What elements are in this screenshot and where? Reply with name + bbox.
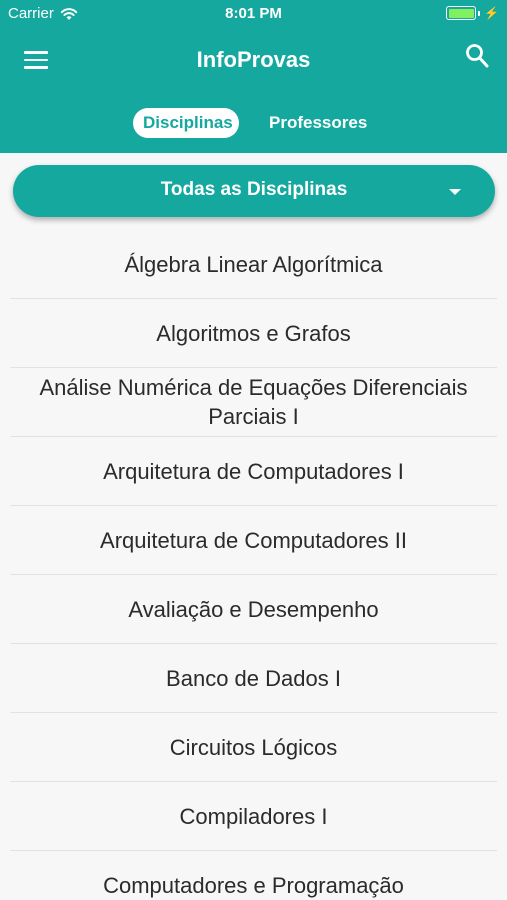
app-title: InfoProvas bbox=[196, 47, 311, 72]
list-item[interactable]: Algoritmos e Grafos bbox=[10, 299, 497, 368]
list-item[interactable]: Banco de Dados I bbox=[10, 644, 497, 713]
status-time: 8:01 PM bbox=[225, 5, 282, 22]
app-header: Carrier 8:01 PM ⚡ InfoProvas Disciplinas… bbox=[0, 0, 507, 153]
battery-cap bbox=[478, 10, 481, 16]
battery-indicator: ⚡ bbox=[446, 6, 499, 20]
subject-list: Álgebra Linear Algorítmica Algoritmos e … bbox=[10, 230, 497, 900]
search-icon[interactable] bbox=[465, 43, 489, 69]
list-item[interactable]: Computadores e Programação bbox=[10, 851, 497, 900]
list-item[interactable]: Arquitetura de Computadores I bbox=[10, 437, 497, 506]
tab-professores[interactable]: Professores bbox=[259, 108, 377, 138]
battery-icon bbox=[446, 6, 477, 20]
discipline-filter-dropdown[interactable]: Todas as Disciplinas bbox=[13, 165, 495, 217]
battery-level-fill bbox=[448, 8, 474, 18]
list-item[interactable]: Compiladores I bbox=[10, 782, 497, 851]
charging-bolt-icon: ⚡ bbox=[484, 6, 499, 20]
status-bar: Carrier 8:01 PM ⚡ bbox=[0, 0, 507, 28]
list-item[interactable]: Arquitetura de Computadores II bbox=[10, 506, 497, 575]
list-item[interactable]: Circuitos Lógicos bbox=[10, 713, 497, 782]
chevron-down-icon bbox=[449, 189, 461, 195]
dropdown-selected-label: Todas as Disciplinas bbox=[160, 179, 348, 200]
tab-disciplinas[interactable]: Disciplinas bbox=[133, 108, 239, 138]
list-item[interactable]: Álgebra Linear Algorítmica bbox=[10, 230, 497, 299]
list-item[interactable]: Avaliação e Desempenho bbox=[10, 575, 497, 644]
list-item[interactable]: Análise Numérica de Equações Diferenciai… bbox=[10, 368, 497, 437]
